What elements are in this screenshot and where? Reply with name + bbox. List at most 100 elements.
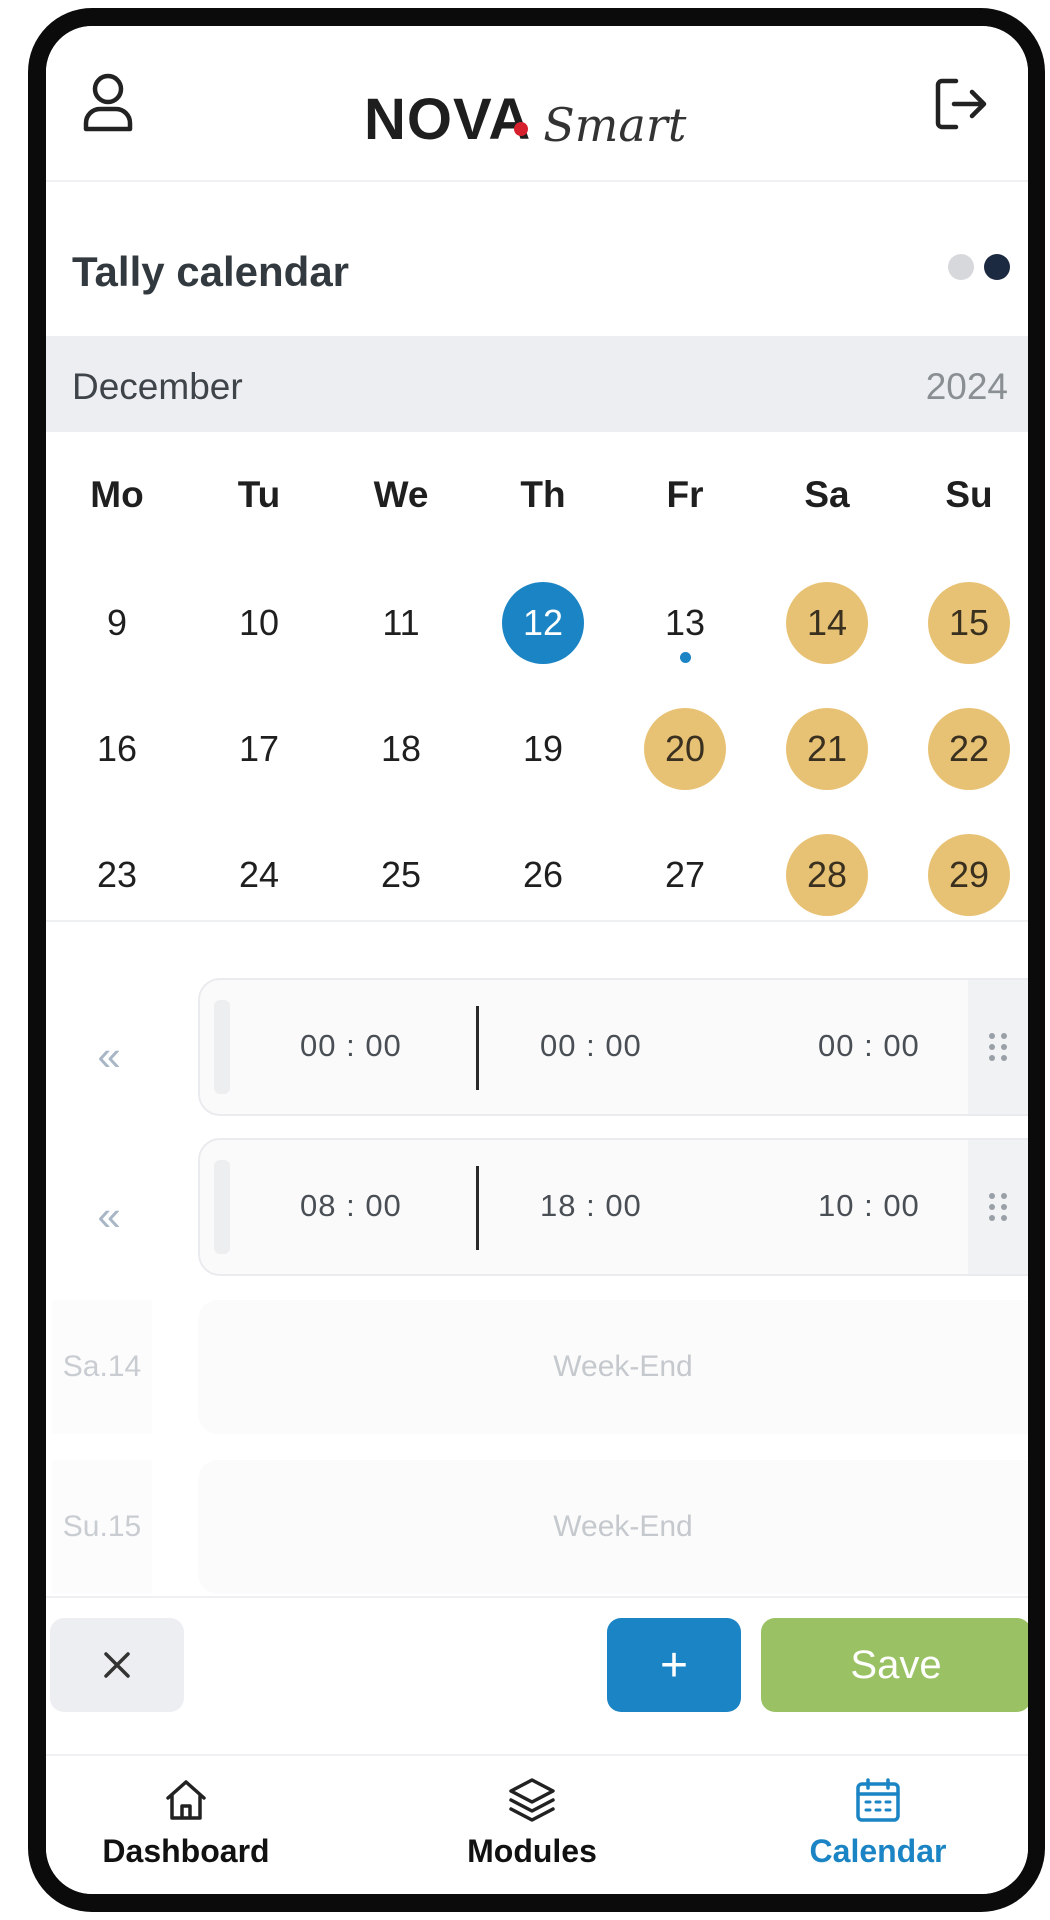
calendar-day-number: 14	[786, 582, 868, 664]
calendar-day-number: 9	[106, 602, 128, 643]
day-label: Su.15	[52, 1460, 152, 1594]
year-label[interactable]: 2024	[926, 366, 1008, 408]
app-screen: NOVA Smart Tally calendar December 2024 …	[46, 26, 1028, 1894]
end-time[interactable]: 18 : 00	[540, 1188, 642, 1224]
calendar-day[interactable]: 12	[472, 582, 614, 664]
logout-icon	[935, 78, 987, 130]
nav-item-modules[interactable]: Modules	[382, 1776, 682, 1870]
calendar-day[interactable]: 23	[46, 834, 188, 916]
weekday-header: Sa	[804, 474, 850, 515]
calendar-day[interactable]: 14	[756, 582, 898, 664]
time-separator	[476, 1166, 479, 1250]
calendar-day[interactable]: 10	[188, 582, 330, 664]
calendar-day[interactable]: 25	[330, 834, 472, 916]
profile-button[interactable]	[72, 62, 144, 142]
app-header: NOVA Smart	[46, 26, 1028, 182]
start-time[interactable]: 00 : 00	[300, 1028, 402, 1064]
calendar-day[interactable]: 26	[472, 834, 614, 916]
page-indicator[interactable]	[948, 254, 1010, 280]
close-button[interactable]	[50, 1618, 184, 1712]
calendar-day-number: 18	[380, 728, 422, 769]
calendar-day[interactable]: 16	[46, 708, 188, 790]
nav-item-dashboard[interactable]: Dashboard	[46, 1776, 336, 1870]
action-bar: + Save	[46, 1596, 1028, 1756]
month-label[interactable]: December	[72, 366, 243, 408]
event-indicator-dot	[680, 652, 691, 663]
previous-day-button[interactable]: «	[84, 1192, 134, 1240]
close-icon	[104, 1652, 130, 1678]
month-bar: December 2024	[46, 336, 1028, 432]
weekday-header: Th	[520, 474, 566, 515]
calendar-day-number: 10	[238, 602, 280, 643]
calendar-day-number: 15	[928, 582, 1010, 664]
calendar-day[interactable]: 20	[614, 708, 756, 790]
nav-label: Dashboard	[102, 1833, 270, 1869]
page-title: Tally calendar	[72, 248, 350, 295]
calendar-day-number: 21	[786, 708, 868, 790]
calendar-day-number: 16	[96, 728, 138, 769]
calendar-day-number: 23	[96, 854, 138, 895]
calendar-day-number: 25	[380, 854, 422, 895]
calendar-day[interactable]: 19	[472, 708, 614, 790]
page-dot-1[interactable]	[948, 254, 974, 280]
weekend-row: Week-End	[198, 1300, 1028, 1434]
page-dot-2[interactable]	[984, 254, 1010, 280]
calendar-day-number: 17	[238, 728, 280, 769]
calendar-day[interactable]: 27	[614, 834, 756, 916]
calendar-day[interactable]: 17	[188, 708, 330, 790]
calendar-day[interactable]: 13	[614, 582, 756, 664]
row-grip	[214, 1000, 230, 1094]
end-time[interactable]: 00 : 00	[540, 1028, 642, 1064]
logo-dot	[514, 122, 528, 136]
weekday-header: Tu	[237, 474, 281, 515]
calendar-day-number: 28	[786, 834, 868, 916]
calendar-day[interactable]: 21	[756, 708, 898, 790]
time-entry-row[interactable]: 08 : 00 18 : 00 10 : 00	[198, 1138, 1028, 1276]
divider	[46, 920, 1028, 922]
row-grip	[214, 1160, 230, 1254]
weekday-header: Mo	[90, 474, 144, 515]
calendar-day-number: 27	[664, 854, 706, 895]
previous-day-button[interactable]: «	[84, 1032, 134, 1080]
total-time: 00 : 00	[818, 1028, 920, 1063]
time-entry-row[interactable]: 00 : 00 00 : 00 00 : 00	[198, 978, 1028, 1116]
nav-label: Modules	[467, 1833, 597, 1869]
total-time: 10 : 00	[818, 1188, 920, 1223]
calendar-day-number: 26	[522, 854, 564, 895]
day-label: Sa.14	[52, 1300, 152, 1434]
weekday-header: We	[373, 474, 429, 515]
calendar-day[interactable]: 22	[898, 708, 1028, 790]
logo-primary: NOVA	[364, 86, 532, 152]
drag-handle-icon[interactable]	[968, 980, 1028, 1114]
calendar-day[interactable]: 15	[898, 582, 1028, 664]
drag-handle-icon[interactable]	[968, 1140, 1028, 1274]
calendar-day-number: 20	[644, 708, 726, 790]
calendar-day[interactable]: 9	[46, 582, 188, 664]
calendar-day-number: 12	[502, 582, 584, 664]
calendar-day-number: 22	[928, 708, 1010, 790]
calendar-day-number: 24	[238, 854, 280, 895]
logout-button[interactable]	[926, 66, 996, 142]
save-button[interactable]: Save	[761, 1618, 1028, 1712]
weekend-row: Week-End	[198, 1460, 1028, 1594]
nav-item-calendar[interactable]: Calendar	[728, 1776, 1028, 1870]
calendar-icon	[856, 1778, 900, 1822]
layers-icon	[509, 1778, 555, 1822]
calendar-day-number: 11	[382, 602, 420, 643]
calendar-day[interactable]: 29	[898, 834, 1028, 916]
home-icon	[166, 1780, 206, 1820]
logo-secondary: Smart	[543, 98, 687, 152]
weekday-header: Fr	[666, 474, 704, 515]
app-logo: NOVA Smart	[364, 64, 724, 174]
time-separator	[476, 1006, 479, 1090]
calendar-day[interactable]: 11	[330, 582, 472, 664]
user-icon	[83, 73, 133, 132]
weekday-header: Su	[945, 474, 993, 515]
calendar-day[interactable]: 24	[188, 834, 330, 916]
calendar-day[interactable]: 28	[756, 834, 898, 916]
start-time[interactable]: 08 : 00	[300, 1188, 402, 1224]
calendar-day-number: 19	[522, 728, 564, 769]
calendar-day[interactable]: 18	[330, 708, 472, 790]
add-button[interactable]: +	[607, 1618, 741, 1712]
bottom-navigation: Dashboard Modules Calendar	[46, 1776, 1028, 1894]
